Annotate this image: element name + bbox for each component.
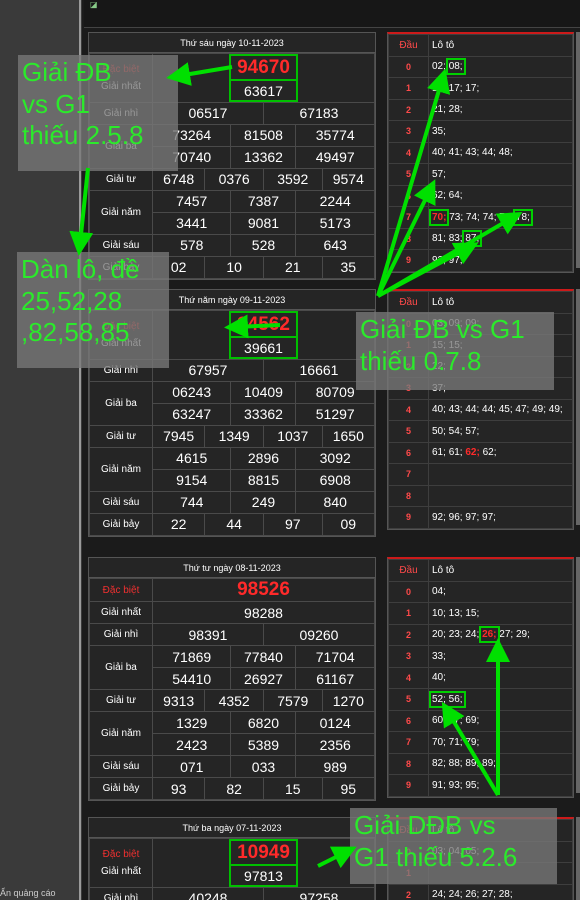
arrow-to-lo-set xyxy=(69,167,94,256)
arrow-to-db-4 xyxy=(317,846,357,869)
arrow-to-52 xyxy=(441,701,500,797)
arrow-to-db-2 xyxy=(224,314,281,339)
page: ◪ Ẩn quảng cáo Thứ sáu ngày 10-11-2023Đặ… xyxy=(0,0,580,900)
annotation-arrows xyxy=(69,62,523,869)
arrow-to-db-1 xyxy=(166,62,233,86)
